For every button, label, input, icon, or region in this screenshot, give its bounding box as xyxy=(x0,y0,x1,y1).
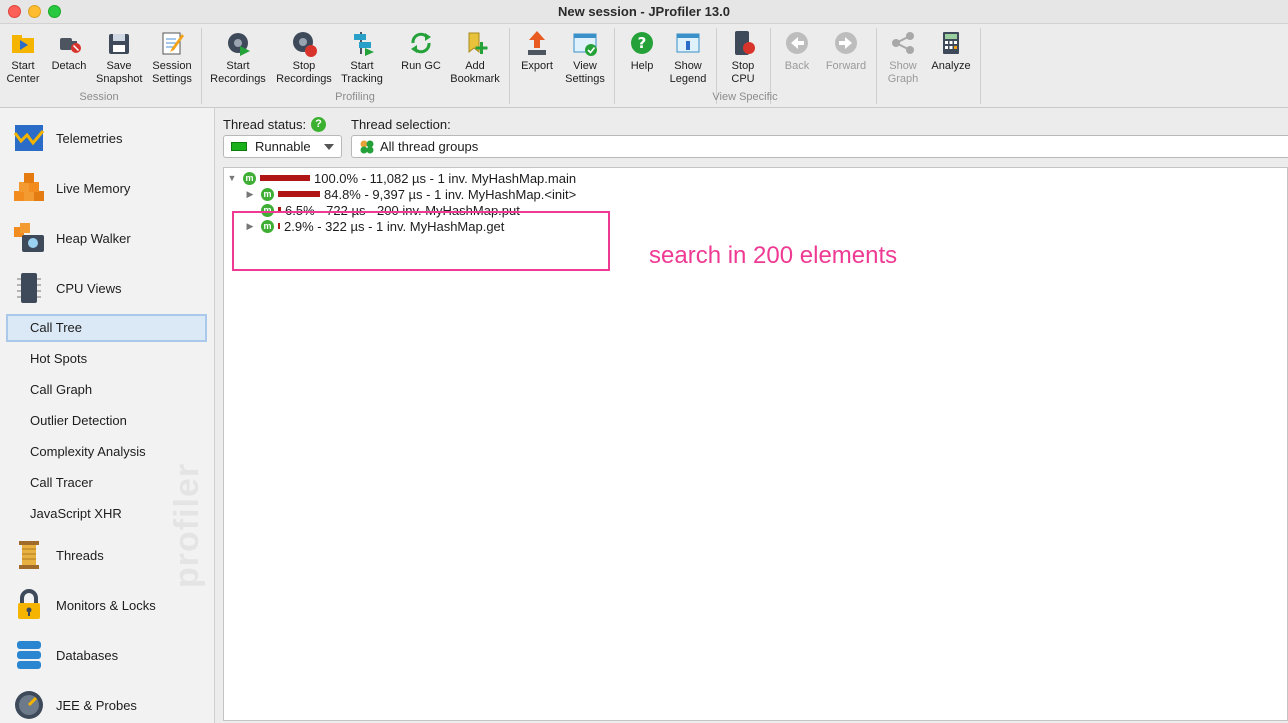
session-settings-icon xyxy=(162,32,184,55)
tree-node[interactable]: ▼ m 100.0% - 11,082 µs - 1 inv. MyHashMa… xyxy=(227,170,577,186)
monitors-locks-icon xyxy=(18,589,40,619)
expand-toggle-icon[interactable]: ▶ xyxy=(245,189,255,200)
detach-icon xyxy=(60,38,81,53)
annotation-text: search in 200 elements xyxy=(649,242,898,269)
forward-button[interactable]: Forward xyxy=(822,28,870,73)
export-icon xyxy=(528,31,546,55)
group-label-view-specific: View Specific xyxy=(712,91,778,103)
stop-recordings-icon xyxy=(293,32,317,57)
start-tracking-icon xyxy=(354,32,374,56)
jee-probes-icon xyxy=(15,691,43,719)
session-settings-button[interactable]: Session Settings xyxy=(150,28,194,86)
tree-node[interactable]: ▶ m 84.8% - 9,397 µs - 1 inv. MyHashMap.… xyxy=(245,186,577,202)
thread-status-dropdown[interactable]: Runnable xyxy=(223,135,342,158)
sidebar-item-hot-spots[interactable]: Hot Spots xyxy=(6,345,207,373)
sidebar-item-cpu-views[interactable]: CPU Views xyxy=(12,268,212,308)
start-tracking-button[interactable]: Start Tracking xyxy=(338,28,386,86)
thread-selection-label: Thread selection: xyxy=(351,117,451,132)
thread-group-icon xyxy=(360,140,374,153)
percentage-bar xyxy=(278,191,320,197)
help-button[interactable]: ? Help xyxy=(622,28,662,73)
sidebar-item-databases[interactable]: Databases xyxy=(12,635,212,675)
stop-recordings-button[interactable]: Stop Recordings xyxy=(274,28,334,86)
stop-cpu-button[interactable]: Stop CPU xyxy=(722,28,764,86)
help-icon: ? xyxy=(631,32,653,54)
view-settings-button[interactable]: View Settings xyxy=(562,28,608,86)
heap-walker-icon xyxy=(14,223,44,252)
view-selector-sidebar: Telemetries Live Memory Heap Walker CPU … xyxy=(0,108,215,723)
sidebar-item-jee-probes[interactable]: JEE & Probes xyxy=(12,685,212,723)
stop-cpu-icon xyxy=(735,31,755,55)
help-icon[interactable]: ? xyxy=(311,117,326,132)
expand-toggle-icon[interactable]: ▼ xyxy=(227,173,237,183)
percentage-bar xyxy=(260,175,310,181)
back-button[interactable]: Back xyxy=(776,28,818,73)
group-label-profiling: Profiling xyxy=(335,91,375,103)
view-settings-icon xyxy=(573,33,597,56)
forward-icon xyxy=(835,32,857,54)
annotation-highlight-box xyxy=(232,211,610,271)
sidebar-item-monitors-locks[interactable]: Monitors & Locks xyxy=(12,585,212,625)
save-snapshot-button[interactable]: Save Snapshot xyxy=(96,28,142,86)
method-icon: m xyxy=(243,171,256,185)
toolbar: Start Center Detach Save Snapshot Sessio… xyxy=(0,24,1288,108)
live-memory-icon xyxy=(14,173,44,201)
svg-text:?: ? xyxy=(638,34,647,52)
start-recordings-button[interactable]: Start Recordings xyxy=(208,28,268,86)
analyze-button[interactable]: Analyze xyxy=(928,28,974,73)
sidebar-item-heap-walker[interactable]: Heap Walker xyxy=(12,218,212,258)
save-snapshot-icon xyxy=(109,34,129,54)
show-legend-button[interactable]: Show Legend xyxy=(666,28,710,86)
title-bar: New session - JProfiler 13.0 xyxy=(0,0,1288,24)
group-label-session: Session xyxy=(79,91,119,103)
threads-icon xyxy=(19,541,39,569)
call-tree-view: Thread status: ? Thread selection: Runna… xyxy=(216,108,1288,723)
node-label: 100.0% - 11,082 µs - 1 inv. MyHashMap.ma… xyxy=(314,170,577,186)
thread-selection-value: All thread groups xyxy=(380,139,479,154)
add-bookmark-button[interactable]: Add Bookmark xyxy=(448,28,502,86)
thread-status-value: Runnable xyxy=(255,139,311,154)
detach-button[interactable]: Detach xyxy=(48,28,90,73)
show-legend-icon xyxy=(676,33,700,53)
run-gc-button[interactable]: Run GC xyxy=(400,28,442,73)
telemetries-icon xyxy=(13,125,45,151)
runnable-status-swatch xyxy=(231,142,247,151)
sidebar-item-outlier-detection[interactable]: Outlier Detection xyxy=(6,407,207,435)
thread-status-label: Thread status: xyxy=(223,117,307,132)
window-title: New session - JProfiler 13.0 xyxy=(558,4,730,19)
sidebar-item-call-tree[interactable]: Call Tree xyxy=(6,314,207,342)
start-center-button[interactable]: Start Center xyxy=(4,28,42,86)
start-center-icon xyxy=(12,35,34,53)
show-graph-icon xyxy=(892,32,914,54)
start-recordings-icon xyxy=(228,33,250,56)
sidebar-item-live-memory[interactable]: Live Memory xyxy=(12,168,212,208)
back-icon xyxy=(786,32,808,54)
watermark: profiler xyxy=(168,462,206,588)
sidebar-item-complexity-analysis[interactable]: Complexity Analysis xyxy=(6,438,207,466)
sidebar-item-call-graph[interactable]: Call Graph xyxy=(6,376,207,404)
export-button[interactable]: Export xyxy=(516,28,558,73)
show-graph-button[interactable]: Show Graph xyxy=(882,28,924,86)
add-bookmark-icon xyxy=(468,32,488,54)
analyze-icon xyxy=(943,32,959,54)
run-gc-icon xyxy=(411,32,431,54)
method-icon: m xyxy=(261,187,274,201)
chevron-down-icon xyxy=(324,144,334,150)
databases-icon xyxy=(17,641,41,669)
toolbar-separator xyxy=(980,28,981,104)
cpu-views-icon xyxy=(17,273,41,303)
thread-selection-dropdown[interactable]: All thread groups xyxy=(351,135,1288,158)
sidebar-item-telemetries[interactable]: Telemetries xyxy=(12,118,212,158)
node-label: 84.8% - 9,397 µs - 1 inv. MyHashMap.<ini… xyxy=(324,186,577,202)
